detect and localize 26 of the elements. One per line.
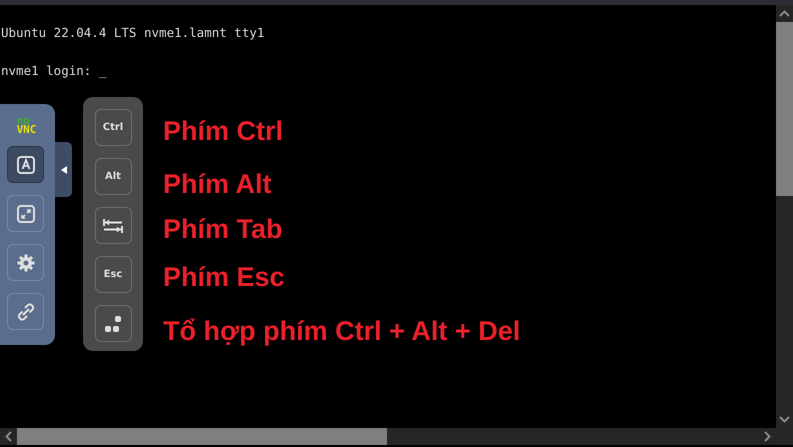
terminal-line: Ubuntu 22.04.4 LTS nvme1.lamnt tty1 [0,24,266,42]
tab-arrows-icon [102,216,124,234]
ctrl-alt-del-button[interactable] [94,305,132,342]
key-button[interactable]: Alt [94,158,132,195]
fullscreen-icon [16,204,36,224]
annotation-label: Tổ hợp phím Ctrl + Alt + Del [163,316,520,346]
terminal-line: nvme1 login: _ [0,62,108,80]
fullscreen-button[interactable] [7,195,44,232]
tab-key-button[interactable] [94,207,132,244]
settings-button[interactable] [7,244,44,281]
settings-icon [16,252,36,272]
key-button[interactable]: Esc [94,256,132,293]
keyboard-icon [16,154,36,174]
vertical-scrollbar[interactable] [776,5,793,428]
horizontal-scrollbar[interactable] [0,428,776,445]
collapse-arrow-icon [60,166,68,174]
annotation-label: Phím Esc [163,262,285,292]
annotation-label: Phím Ctrl [163,116,284,146]
novnc-logo: no VNC [16,116,36,134]
control-bar-handle[interactable] [55,142,72,197]
annotation-label: Phím Alt [163,169,272,199]
disconnect-button[interactable] [7,293,44,330]
annotation-label: Phím Tab [163,214,283,244]
keyboard-button[interactable] [7,146,44,183]
three-dots-icon [103,314,123,334]
key-button[interactable]: Ctrl [94,109,132,146]
